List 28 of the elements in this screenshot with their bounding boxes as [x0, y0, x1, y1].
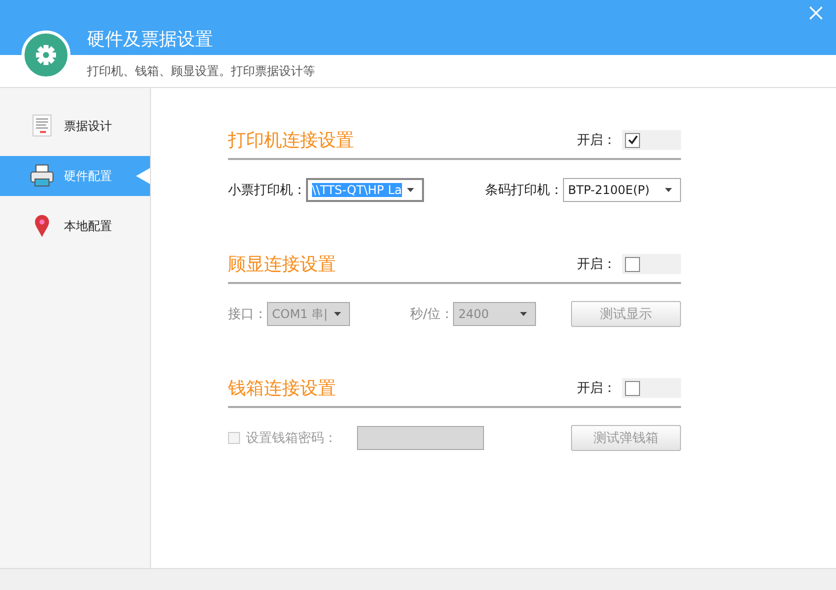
- subtitle: 打印机、钱箱、顾显设置。打印票据设计等: [87, 62, 315, 80]
- window-title: 硬件及票据设置: [87, 28, 213, 52]
- field-label: 秒/位：: [410, 306, 454, 323]
- sidebar-item[interactable]: 硬件配置: [0, 156, 150, 196]
- checkbox-label: 设置钱箱密码：: [246, 430, 337, 447]
- section-title: 钱箱连接设置: [228, 377, 337, 400]
- enable-checkbox[interactable]: [625, 256, 640, 272]
- sidebar-item[interactable]: 本地配置: [0, 206, 150, 246]
- section-title: 顾显连接设置: [228, 253, 337, 276]
- enable-label: 开启：: [577, 132, 616, 149]
- close-icon[interactable]: [809, 6, 823, 20]
- field-label: 小票打印机：: [228, 182, 306, 199]
- enable-label: 开启：: [577, 380, 616, 397]
- enable-checkbox[interactable]: [625, 380, 640, 396]
- receipt-icon: [30, 114, 54, 138]
- caret-icon: [520, 312, 528, 316]
- dropdown[interactable]: \\TTS-QT\HP La: [306, 178, 424, 202]
- caret-icon: [334, 312, 341, 316]
- section-title: 打印机连接设置: [228, 129, 355, 152]
- enable-checkbox[interactable]: [625, 132, 640, 148]
- dropdown[interactable]: BTP-2100E(P): [563, 178, 681, 202]
- caret-icon: [407, 188, 414, 192]
- sidebar-item[interactable]: 票据设计: [0, 106, 150, 146]
- field-label: 条码打印机：: [485, 182, 563, 199]
- caret-icon: [665, 188, 672, 192]
- enable-label: 开启：: [577, 256, 616, 273]
- printer-icon: [30, 164, 54, 188]
- field-label: 接口：: [228, 306, 267, 323]
